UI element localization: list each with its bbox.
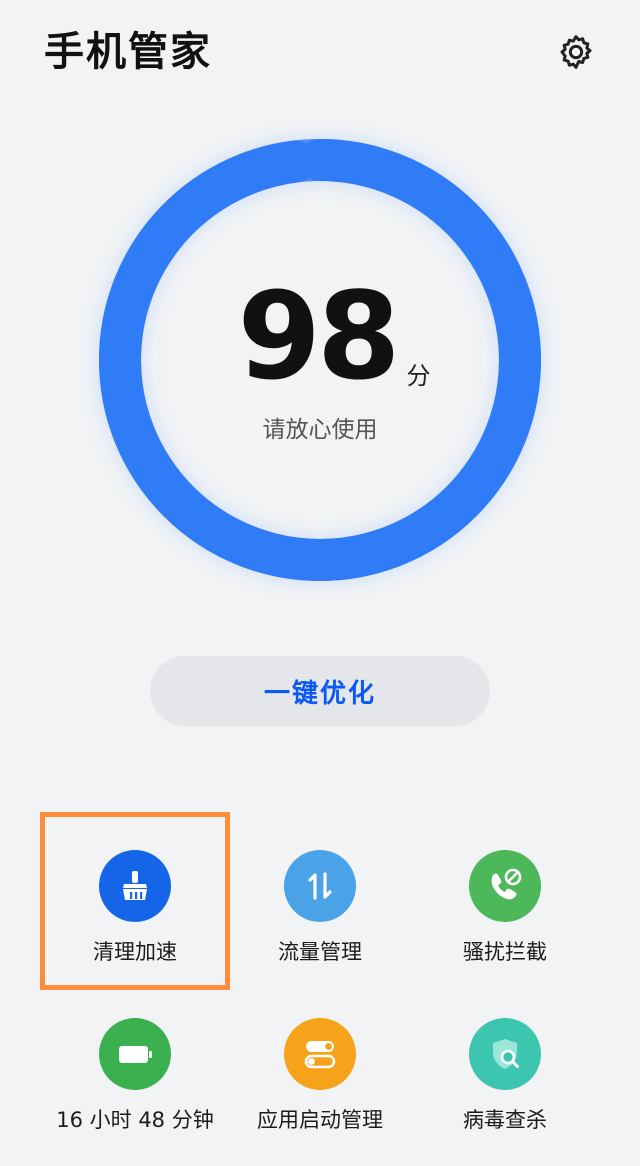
score-value: 98	[237, 268, 401, 407]
feature-battery[interactable]: 16 小时 48 分钟	[35, 984, 235, 1144]
phone-block-icon	[469, 850, 541, 922]
gear-icon	[560, 35, 592, 69]
feature-app-launch-management[interactable]: 应用启动管理	[220, 984, 420, 1144]
score-status: 请放心使用	[262, 417, 378, 443]
feature-harassment-block[interactable]: 骚扰拦截	[405, 816, 605, 976]
feature-clean-accelerate[interactable]: 清理加速	[35, 816, 235, 976]
page-title: 手机管家	[44, 29, 212, 75]
feature-data-management[interactable]: 流量管理	[220, 816, 420, 976]
score-panel: 98 分 请放心使用	[0, 110, 640, 610]
score-display: 98 分 请放心使用	[0, 278, 640, 444]
shield-search-icon	[469, 1018, 541, 1090]
broom-icon	[99, 850, 171, 922]
feature-label: 清理加速	[93, 940, 177, 964]
score-unit: 分	[406, 362, 431, 390]
feature-label: 流量管理	[278, 940, 362, 964]
data-transfer-icon	[284, 850, 356, 922]
feature-label: 病毒查杀	[463, 1108, 547, 1132]
feature-label: 16 小时 48 分钟	[56, 1108, 214, 1132]
battery-icon	[99, 1018, 171, 1090]
one-click-optimize-button[interactable]: 一键优化	[150, 656, 490, 726]
settings-button[interactable]	[552, 28, 600, 76]
toggle-switch-icon	[284, 1018, 356, 1090]
feature-label: 骚扰拦截	[463, 940, 547, 964]
feature-label: 应用启动管理	[257, 1108, 383, 1132]
feature-virus-scan[interactable]: 病毒查杀	[405, 984, 605, 1144]
header: 手机管家	[0, 0, 640, 110]
